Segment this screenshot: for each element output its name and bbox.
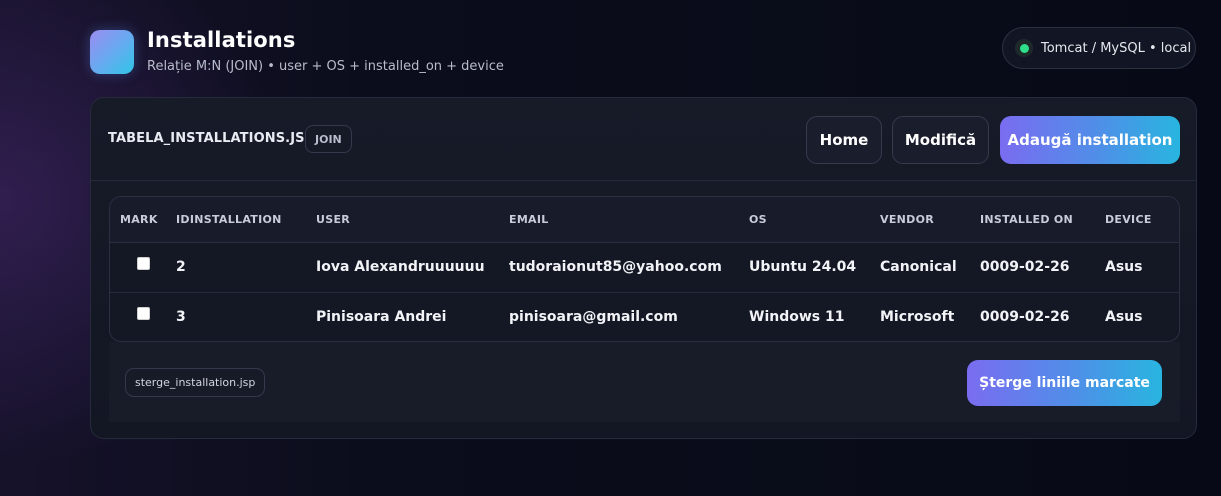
cell-installed-on: 0009-02-26 bbox=[980, 259, 1070, 275]
mark-checkbox[interactable] bbox=[137, 256, 150, 270]
cell-id: 3 bbox=[176, 291, 316, 341]
cell-device: Asus bbox=[1105, 259, 1143, 275]
column-header-user: USER bbox=[316, 197, 509, 243]
delete-file-label: sterge_installation.jsp bbox=[125, 368, 266, 397]
card-footer: sterge_installation.jsp Șterge liniile m… bbox=[109, 342, 1180, 422]
cell-user: Pinisoara Andrei bbox=[316, 291, 509, 341]
home-button[interactable]: Home bbox=[806, 116, 882, 164]
column-header-id: IDINSTALLATION bbox=[176, 197, 316, 243]
installations-card: TABELA_INSTALLATIONS.JSP JOIN Home Modif… bbox=[90, 97, 1197, 439]
cell-os: Ubuntu 24.04 bbox=[749, 259, 857, 275]
column-header-device: DEVICE bbox=[1105, 197, 1179, 243]
cell-id: 2 bbox=[176, 259, 186, 275]
column-header-installed-on: INSTALLED ON bbox=[980, 197, 1105, 243]
delete-marked-button[interactable]: Șterge liniile marcate bbox=[967, 360, 1162, 406]
cell-email: pinisoara@gmail.com bbox=[509, 291, 749, 341]
column-header-mark: MARK bbox=[110, 197, 176, 243]
table-header-row: MARK IDINSTALLATION USER EMAIL OS VENDOR… bbox=[110, 197, 1179, 243]
mark-checkbox[interactable] bbox=[137, 306, 150, 320]
cell-user: Iova Alexandruuuuuu bbox=[316, 259, 485, 275]
file-label: TABELA_INSTALLATIONS.JSP bbox=[108, 131, 315, 146]
page-title: Installations bbox=[147, 28, 296, 52]
installations-table: MARK IDINSTALLATION USER EMAIL OS VENDOR… bbox=[109, 196, 1180, 342]
cell-installed-on: 0009-02-26 bbox=[980, 291, 1105, 341]
cell-device: Asus bbox=[1105, 291, 1179, 341]
environment-label: Tomcat / MySQL • local bbox=[1041, 40, 1192, 56]
table-row: 3 Pinisoara Andrei pinisoara@gmail.com W… bbox=[110, 291, 1179, 341]
column-header-os: OS bbox=[749, 197, 880, 243]
column-header-email: EMAIL bbox=[509, 197, 749, 243]
page-subtitle: Relație M:N (JOIN) • user + OS + install… bbox=[147, 59, 504, 74]
cell-vendor: Microsoft bbox=[880, 291, 980, 341]
environment-badge: Tomcat / MySQL • local bbox=[1002, 27, 1196, 69]
status-dot-icon bbox=[1015, 39, 1033, 57]
cell-email: tudoraionut85@yahoo.com bbox=[509, 259, 722, 275]
column-header-vendor: VENDOR bbox=[880, 197, 980, 243]
edit-button[interactable]: Modifică bbox=[892, 116, 989, 164]
table-row: 2 Iova Alexandruuuuuu tudoraionut85@yaho… bbox=[110, 242, 1179, 292]
app-logo-icon bbox=[90, 30, 134, 74]
join-badge: JOIN bbox=[305, 125, 352, 153]
cell-vendor: Canonical bbox=[880, 259, 957, 275]
add-installation-button[interactable]: Adaugă installation bbox=[1000, 116, 1180, 164]
card-header: TABELA_INSTALLATIONS.JSP JOIN Home Modif… bbox=[91, 98, 1196, 181]
cell-os: Windows 11 bbox=[749, 291, 880, 341]
